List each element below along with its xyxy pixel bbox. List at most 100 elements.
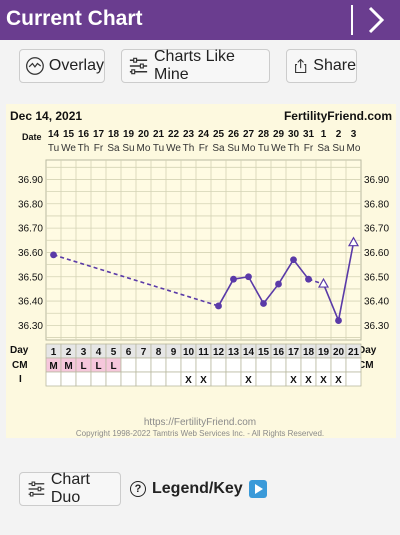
date-label: 2 — [336, 129, 342, 140]
i-cell — [255, 371, 272, 387]
weekday-label: Sa — [212, 143, 225, 154]
sliders-icon — [28, 481, 45, 497]
cm-cell — [225, 357, 242, 373]
date-label: 31 — [303, 129, 315, 140]
date-label: 18 — [108, 129, 120, 140]
charts-like-mine-button[interactable]: Charts Like Mine — [121, 48, 270, 83]
overlay-button[interactable]: Overlay — [19, 49, 105, 83]
weekday-label: Th — [288, 143, 300, 154]
weekday-label: Sa — [107, 143, 120, 154]
weekday-label: Mo — [137, 143, 151, 154]
temperature-point — [260, 300, 267, 307]
y-tick-label-left: 36.70 — [18, 224, 43, 235]
cm-cell — [330, 357, 347, 373]
temperature-chart-svg: 36.90 36.90 36.80 36.80 36.70 36.70 36.60 36.60… — [18, 129, 389, 387]
cm-cell — [210, 357, 227, 373]
y-tick-label-left: 36.50 — [18, 272, 43, 283]
cm-mark: M — [49, 361, 57, 372]
date-label: 26 — [228, 129, 240, 140]
cm-cell — [255, 357, 272, 373]
day-number: 10 — [183, 347, 195, 358]
intercourse-mark: X — [245, 375, 252, 386]
cm-cell — [135, 357, 152, 373]
temperature-point — [245, 273, 252, 281]
weekday-label: Mo — [347, 143, 361, 154]
date-label: 23 — [183, 129, 195, 140]
cm-cell — [120, 357, 137, 373]
share-button[interactable]: Share — [286, 49, 357, 83]
intercourse-mark: X — [305, 375, 312, 386]
temperature-point — [305, 275, 312, 283]
day-number: 16 — [273, 347, 285, 358]
y-tick-label-right: 36.40 — [364, 297, 389, 308]
cm-cell — [180, 357, 197, 373]
weekday-label: Th — [183, 143, 195, 154]
cm-cell — [345, 357, 362, 373]
cm-cell — [150, 357, 167, 373]
y-tick-label-left: 36.90 — [18, 175, 43, 186]
date-label: 24 — [198, 129, 210, 140]
cm-cell — [195, 357, 212, 373]
chevron-right-icon[interactable] — [361, 5, 391, 35]
i-cell — [60, 371, 77, 387]
y-tick-label-right: 36.90 — [364, 175, 389, 186]
i-cell — [75, 371, 92, 387]
intercourse-mark: X — [290, 375, 297, 386]
y-tick-label-left: 36.30 — [18, 321, 43, 332]
day-number: 7 — [141, 347, 147, 358]
cm-cell — [270, 357, 287, 373]
date-label: 17 — [93, 129, 105, 140]
i-cell — [120, 371, 137, 387]
app-header: Current Chart — [0, 0, 400, 40]
chart-duo-button[interactable]: Chart Duo — [19, 471, 121, 506]
i-cell — [150, 371, 167, 387]
weekday-label: Su — [122, 143, 134, 154]
legend-key-label: Legend/Key — [152, 480, 243, 497]
cm-cell — [240, 357, 257, 373]
temperature-point — [335, 317, 342, 324]
cm-cell — [165, 357, 182, 373]
date-label: 20 — [138, 129, 150, 140]
weekday-label: Sa — [317, 143, 330, 154]
legend-key-link[interactable]: ? Legend/Key — [130, 479, 267, 499]
chart-copyright: Copyright 1998-2022 Tamtris Web Services… — [75, 429, 325, 438]
cm-mark: L — [110, 361, 116, 372]
y-tick-label-right: 36.50 — [364, 272, 389, 283]
weekday-label: Su — [227, 143, 239, 154]
day-number: 20 — [333, 347, 345, 358]
day-number: 11 — [198, 347, 209, 358]
day-number: 9 — [171, 347, 177, 358]
day-number: 12 — [213, 347, 225, 358]
day-number: 6 — [126, 347, 132, 358]
date-label: 14 — [48, 129, 60, 140]
weekday-label: Tu — [153, 143, 164, 154]
date-label: 1 — [321, 129, 327, 140]
i-cell — [135, 371, 152, 387]
cm-cell — [315, 357, 332, 373]
day-number: 5 — [111, 347, 117, 358]
date-label: 3 — [351, 129, 357, 140]
i-cell — [90, 371, 107, 387]
day-number: 14 — [243, 347, 255, 358]
date-label: 27 — [243, 129, 255, 140]
weekday-label: We — [166, 143, 181, 154]
day-number: 18 — [303, 347, 315, 358]
date-label: 29 — [273, 129, 285, 140]
i-cell — [45, 371, 62, 387]
weekday-label: Su — [332, 143, 344, 154]
weekday-label: We — [61, 143, 76, 154]
date-label: 19 — [123, 129, 135, 140]
i-cell — [345, 371, 362, 387]
date-label: 15 — [63, 129, 75, 140]
weekday-label: Mo — [242, 143, 256, 154]
weekday-label: Tu — [258, 143, 269, 154]
y-tick-label-left: 36.80 — [18, 199, 43, 210]
chart-url: https://FertilityFriend.com — [143, 417, 257, 428]
temperature-point — [275, 280, 282, 288]
day-number: 15 — [258, 347, 270, 358]
help-icon: ? — [130, 481, 146, 497]
temperature-point — [215, 302, 222, 310]
y-tick-label-right: 36.80 — [364, 199, 389, 210]
sliders-icon — [129, 57, 148, 75]
cm-mark: L — [80, 361, 86, 372]
